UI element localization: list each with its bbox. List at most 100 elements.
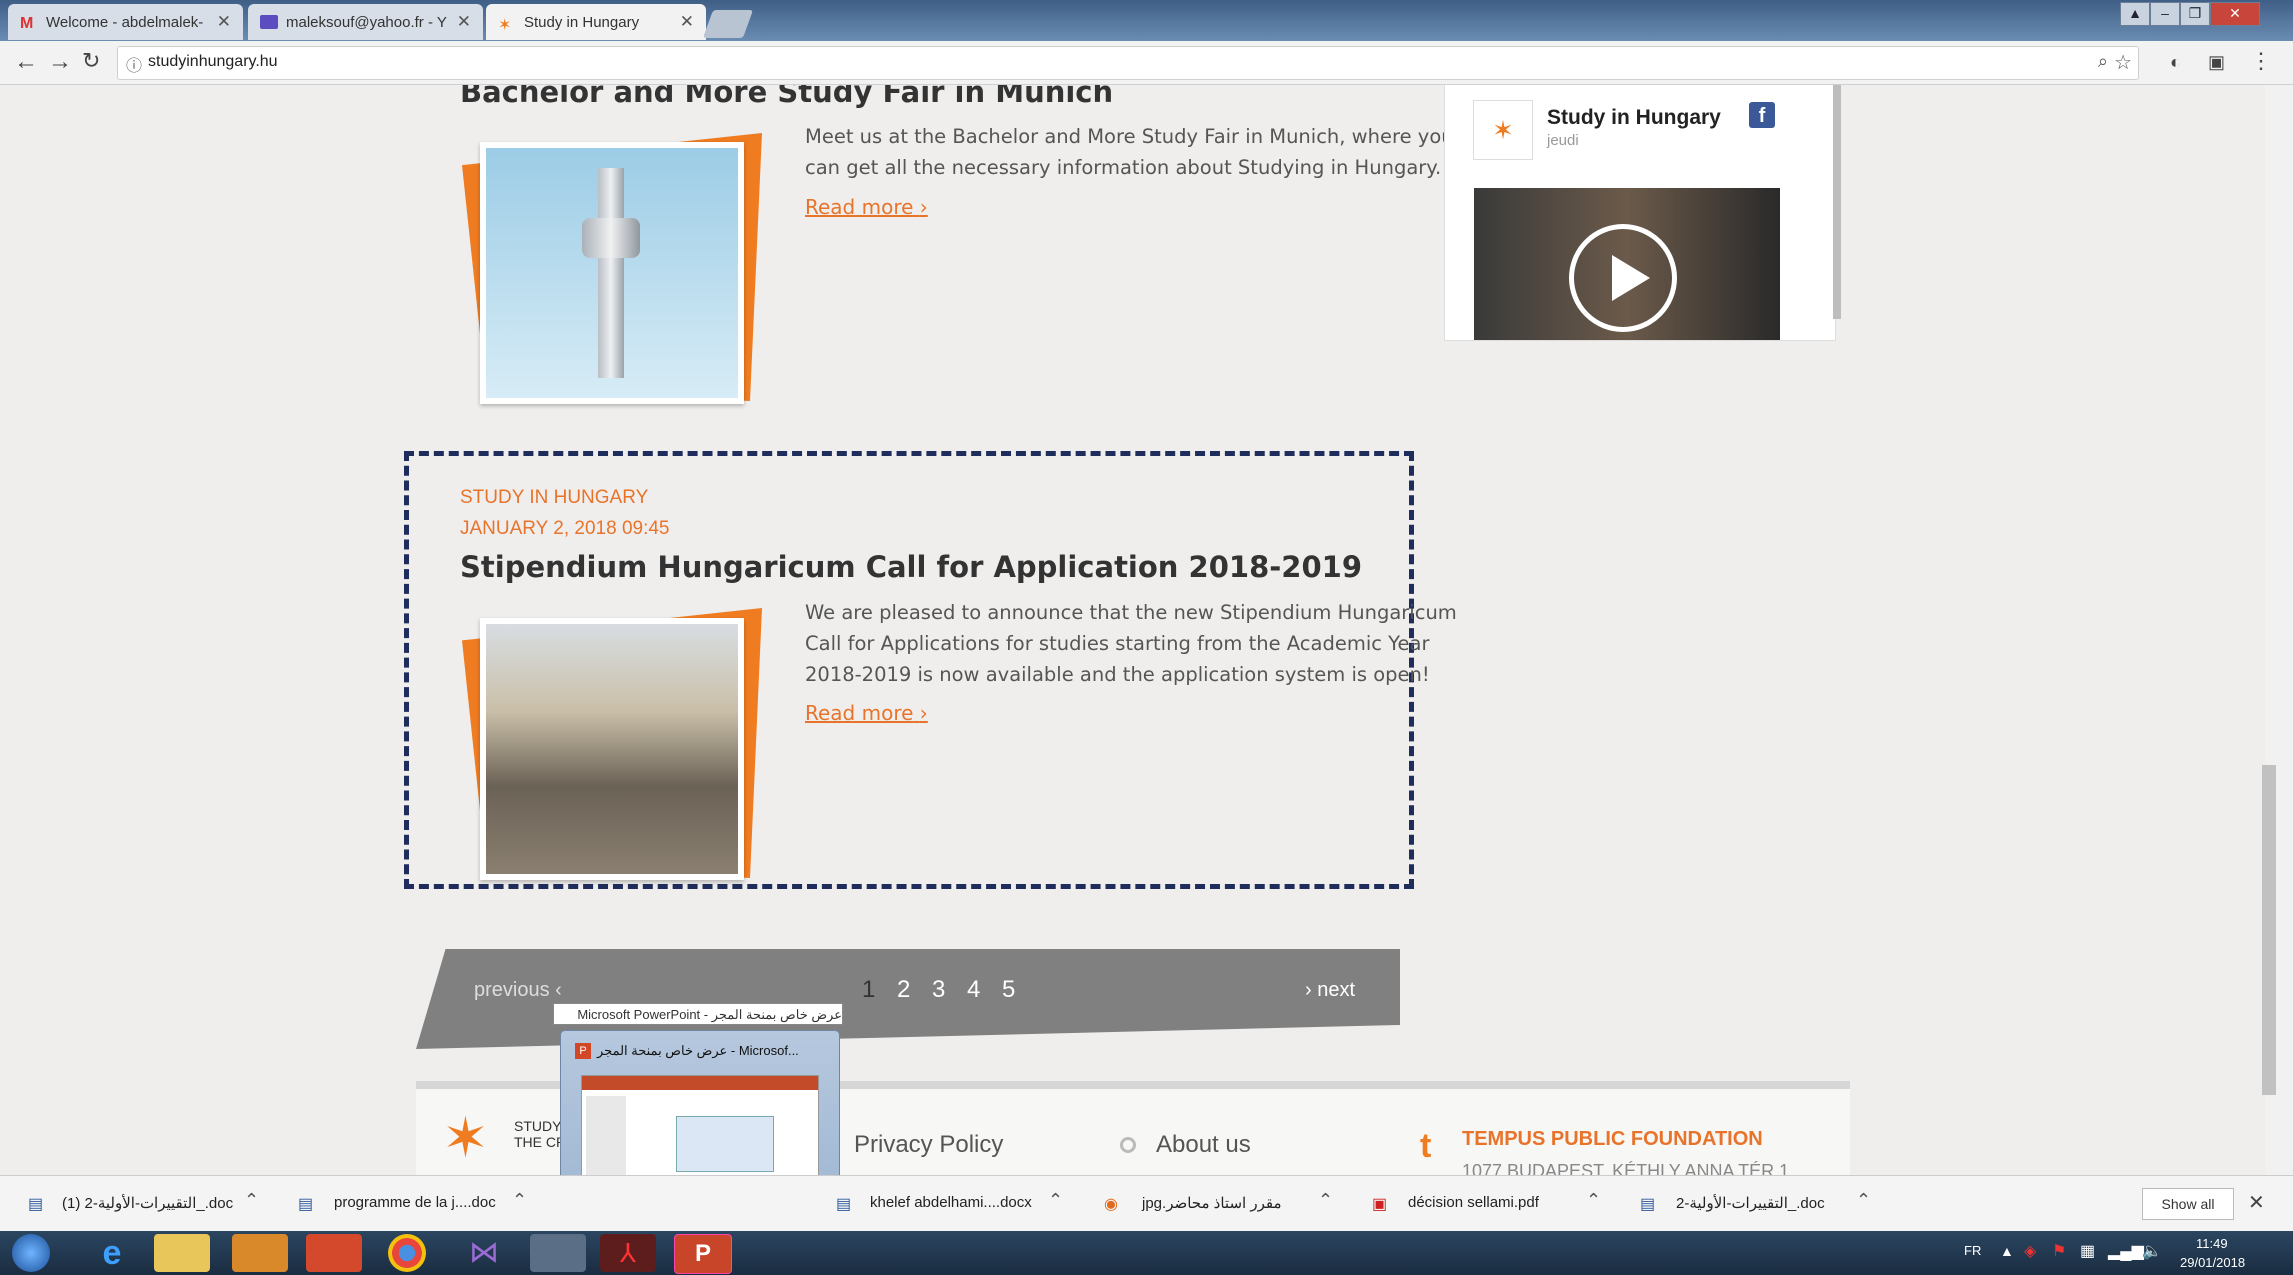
volume-icon[interactable]: 🔈 <box>2142 1241 2162 1261</box>
page-logo[interactable]: ✶ <box>1473 100 1533 160</box>
site-logo-text[interactable]: STUDY THE CR <box>514 1118 566 1150</box>
chrome-icon[interactable] <box>388 1234 426 1272</box>
acrobat-icon[interactable]: ⅄ <box>600 1234 656 1272</box>
reload-icon[interactable]: ↻ <box>82 48 100 74</box>
star-icon[interactable]: ☆ <box>2114 50 2132 75</box>
article-title[interactable]: Stipendium Hungaricum Call for Applicati… <box>460 550 1362 584</box>
read-more-link[interactable]: Read more › <box>805 195 928 219</box>
download-item[interactable]: (1) التقييرات-الأولية-2_.doc <box>62 1194 233 1212</box>
browser-tab-bar: M Welcome - abdelmalek- ✕ maleksouf@yaho… <box>0 0 2293 41</box>
tab-label: maleksouf@yahoo.fr - Y <box>286 13 447 31</box>
show-all-button[interactable]: Show all <box>2142 1188 2234 1220</box>
munich-tower-photo[interactable] <box>480 142 744 404</box>
powerpoint-icon: P <box>575 1043 591 1059</box>
start-button[interactable] <box>12 1234 50 1272</box>
back-icon[interactable]: ← <box>14 48 38 76</box>
excerpt-line: Meet us at the Bachelor and More Study F… <box>805 125 1454 148</box>
new-tab-button[interactable] <box>702 10 754 38</box>
internet-explorer-icon[interactable]: e <box>84 1234 140 1272</box>
fb-page-name[interactable]: Study in Hungary <box>1547 106 1721 130</box>
restore-button[interactable]: ❐ <box>2180 2 2210 26</box>
fb-post-date: jeudi <box>1547 132 1579 149</box>
browser-toolbar: ← → ↻ ⓘ studyinhungary.hu ⌕ ☆ ◐ ▣ ⋮ <box>0 41 2293 85</box>
play-icon[interactable] <box>1569 224 1677 332</box>
page-4[interactable]: 4 <box>967 976 980 1004</box>
tray-expand-icon[interactable]: ▲ <box>2000 1243 2014 1259</box>
menu-icon[interactable]: ⋮ <box>2250 48 2272 74</box>
about-us-link[interactable]: About us <box>1156 1131 1251 1159</box>
chevron-up-icon[interactable]: ⌃ <box>1318 1190 1333 1211</box>
page-3[interactable]: 3 <box>932 976 945 1004</box>
facebook-icon[interactable]: f <box>1749 102 1775 128</box>
pdf-icon: ▣ <box>1372 1196 1388 1213</box>
excerpt-line: 2018-2019 is now available and the appli… <box>805 663 1430 686</box>
tab-yahoo[interactable]: maleksouf@yahoo.fr - Y ✕ <box>248 4 483 40</box>
clock-time[interactable]: 11:49 <box>2196 1236 2228 1251</box>
signal-icon[interactable]: ▂▄▆ <box>2108 1241 2144 1261</box>
download-item[interactable]: khelef abdelhami....docx <box>870 1194 1032 1211</box>
chevron-up-icon[interactable]: ⌃ <box>1586 1190 1601 1211</box>
download-item[interactable]: التقييرات-الأولية-2_.doc <box>1676 1194 1825 1212</box>
download-item[interactable]: programme de la j....doc <box>334 1194 496 1211</box>
forward-icon[interactable]: → <box>48 48 72 76</box>
url-text: studyinhungary.hu <box>148 53 278 70</box>
article-title[interactable]: Bachelor and More Study Fair in Munich <box>460 85 1113 109</box>
minimize-button[interactable]: – <box>2150 2 2180 26</box>
tempus-address: 1077 BUDAPEST, KÉTHLY ANNA TÉR 1 <box>1462 1161 1790 1175</box>
file-explorer-icon[interactable] <box>154 1234 210 1272</box>
page-2[interactable]: 2 <box>897 976 910 1004</box>
tab-label: Welcome - abdelmalek- <box>46 13 204 31</box>
previous-link[interactable]: previous ‹ <box>474 979 562 1002</box>
download-item[interactable]: مقرر استاذ محاضر.jpg <box>1142 1194 1282 1212</box>
media-player-icon[interactable] <box>232 1234 288 1272</box>
app-window-icon[interactable] <box>530 1234 586 1272</box>
chevron-up-icon[interactable]: ⌃ <box>512 1190 527 1211</box>
article-excerpt: We are pleased to announce that the new … <box>805 597 1457 690</box>
chevron-up-icon[interactable]: ⌃ <box>1048 1190 1063 1211</box>
image-file-icon: ◉ <box>1104 1196 1118 1213</box>
address-bar[interactable]: ⓘ studyinhungary.hu ⌕ ☆ <box>117 46 2139 80</box>
students-group-photo[interactable] <box>480 618 744 880</box>
language-indicator[interactable]: FR <box>1964 1243 1981 1258</box>
read-more-label: Read more <box>805 195 914 219</box>
next-link[interactable]: › next <box>1305 979 1355 1002</box>
excerpt-line: can get all the necessary information ab… <box>805 156 1442 179</box>
widget-scrollbar[interactable] <box>1833 85 1841 319</box>
tab-gmail[interactable]: M Welcome - abdelmalek- ✕ <box>8 4 243 40</box>
user-icon[interactable]: ▲ <box>2120 2 2150 26</box>
download-item[interactable]: décision sellami.pdf <box>1408 1194 1539 1211</box>
zoom-icon[interactable]: ⌕ <box>2098 51 2108 72</box>
clock-date[interactable]: 29/01/2018 <box>2180 1255 2245 1270</box>
close-icon[interactable]: ✕ <box>457 12 471 32</box>
extension-icon[interactable]: ▣ <box>2208 52 2225 73</box>
network-icon[interactable]: ▦ <box>2080 1241 2095 1261</box>
privacy-policy-link[interactable]: Privacy Policy <box>854 1131 1003 1159</box>
chevron-up-icon[interactable]: ⌃ <box>1856 1190 1871 1211</box>
office-icon[interactable] <box>306 1234 362 1272</box>
chevron-up-icon[interactable]: ⌃ <box>244 1190 259 1211</box>
info-icon[interactable]: ⓘ <box>126 52 142 76</box>
word-doc-icon: ▤ <box>836 1196 852 1213</box>
tab-study-in-hungary[interactable]: ✶ Study in Hungary ✕ <box>486 4 706 40</box>
page-scrollbar-thumb[interactable] <box>2262 765 2276 1095</box>
close-window-button[interactable]: ✕ <box>2210 2 2260 26</box>
flag-icon[interactable]: ⚑ <box>2052 1241 2066 1261</box>
tempus-logo-icon: t <box>1420 1127 1432 1165</box>
powerpoint-taskbar-icon[interactable]: P <box>674 1234 732 1274</box>
visual-studio-icon[interactable]: ⋈ <box>456 1234 512 1272</box>
close-icon[interactable]: ✕ <box>217 12 231 32</box>
extension-icon[interactable]: ◐ <box>2170 52 2181 73</box>
close-icon[interactable]: ✕ <box>680 12 694 32</box>
page-content: Bachelor and More Study Fair in Munich M… <box>0 85 2265 1175</box>
page-5[interactable]: 5 <box>1002 976 1015 1004</box>
site-logo-icon[interactable]: ✶ <box>442 1105 489 1171</box>
page-1[interactable]: 1 <box>862 976 875 1004</box>
tray-app-icon[interactable]: ◈ <box>2024 1241 2036 1261</box>
facebook-widget: ✶ Study in Hungary jeudi f <box>1444 85 1836 341</box>
word-doc-icon: ▤ <box>28 1196 44 1213</box>
article-category[interactable]: STUDY IN HUNGARY <box>460 487 648 509</box>
read-more-link[interactable]: Read more › <box>805 701 928 725</box>
fb-video[interactable] <box>1474 188 1780 340</box>
close-icon[interactable]: ✕ <box>2248 1190 2265 1215</box>
yahoo-mail-icon <box>260 15 278 29</box>
